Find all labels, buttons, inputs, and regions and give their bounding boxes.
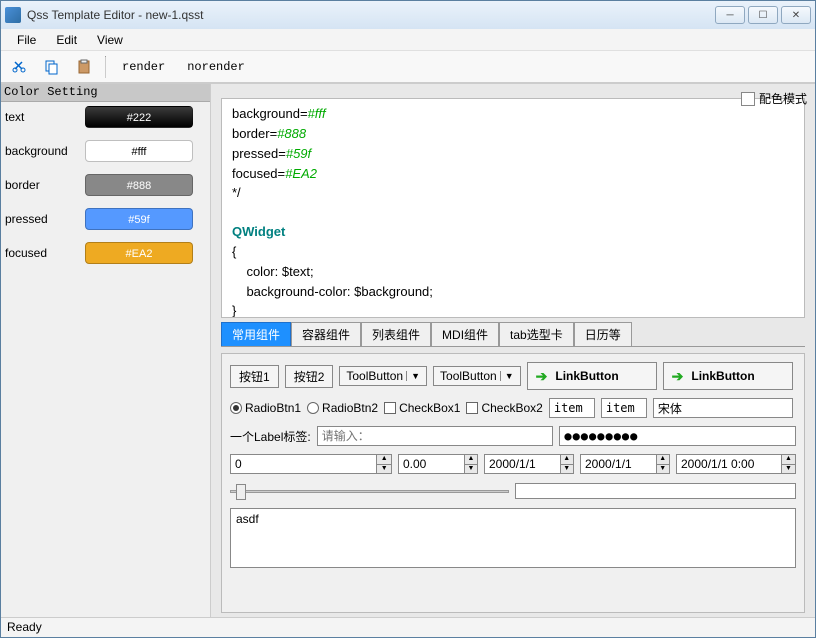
sidebar-header: Color Setting: [1, 84, 210, 102]
tab-common[interactable]: 常用组件: [221, 322, 291, 346]
cut-button[interactable]: [9, 56, 31, 78]
link-button-1[interactable]: ➔LinkButton: [527, 362, 657, 390]
color-mode-label: 配色模式: [759, 90, 807, 107]
label-widget: 一个Label标签:: [230, 428, 311, 445]
color-label-border: border: [5, 178, 85, 192]
main-panel: 配色模式 background=#fff border=#888 pressed…: [211, 84, 815, 617]
tool-bar: render norender: [1, 51, 815, 83]
chevron-down-icon: ▼: [406, 371, 420, 381]
sidebar: Color Setting text#222 background#fff bo…: [1, 84, 211, 617]
norender-button[interactable]: norender: [181, 58, 251, 76]
toolbar-separator: [105, 56, 106, 78]
menu-bar: File Edit View: [1, 29, 815, 51]
window-title: Qss Template Editor - new-1.qsst: [27, 8, 712, 22]
font-combo[interactable]: [653, 398, 793, 418]
close-button[interactable]: ✕: [781, 6, 811, 24]
preview-tabs: 常用组件 容器组件 列表组件 MDI组件 tab选型卡 日历等: [221, 322, 805, 347]
maximize-button[interactable]: ☐: [748, 6, 778, 24]
push-button-2[interactable]: 按钮2: [285, 365, 334, 388]
color-swatch-focused[interactable]: #EA2: [85, 242, 193, 264]
checkbox-1[interactable]: CheckBox1: [384, 401, 460, 415]
link-button-2[interactable]: ➔LinkButton: [663, 362, 793, 390]
minimize-button[interactable]: ─: [715, 6, 745, 24]
tab-tabwidget[interactable]: tab选型卡: [499, 322, 574, 346]
progress-bar: [515, 483, 796, 499]
status-bar: Ready: [1, 617, 815, 637]
combo-box-2[interactable]: [601, 398, 647, 418]
menu-edit[interactable]: Edit: [46, 30, 87, 50]
chevron-down-icon: ▼: [500, 371, 514, 381]
tab-container[interactable]: 容器组件: [291, 322, 361, 346]
radio-button-1[interactable]: RadioBtn1: [230, 401, 301, 415]
tab-list[interactable]: 列表组件: [361, 322, 431, 346]
datetime-edit[interactable]: ▲▼: [676, 454, 796, 474]
color-label-text: text: [5, 110, 85, 124]
title-bar: Qss Template Editor - new-1.qsst ─ ☐ ✕: [1, 1, 815, 29]
preview-area: 按钮1 按钮2 ToolButton▼ ToolButton▼ ➔LinkBut…: [221, 353, 805, 613]
copy-button[interactable]: [41, 56, 63, 78]
color-label-focused: focused: [5, 246, 85, 260]
text-edit[interactable]: asdf: [230, 508, 796, 568]
code-editor[interactable]: background=#fff border=#888 pressed=#59f…: [221, 98, 805, 318]
app-window: Qss Template Editor - new-1.qsst ─ ☐ ✕ F…: [0, 0, 816, 638]
line-edit[interactable]: [317, 426, 554, 446]
color-label-background: background: [5, 144, 85, 158]
push-button-1[interactable]: 按钮1: [230, 365, 279, 388]
menu-file[interactable]: File: [7, 30, 46, 50]
spin-box-int[interactable]: ▲▼: [230, 454, 392, 474]
render-button[interactable]: render: [116, 58, 171, 76]
date-edit-2[interactable]: ▲▼: [580, 454, 670, 474]
arrow-right-icon: ➔: [672, 368, 684, 385]
app-icon: [5, 7, 21, 23]
color-swatch-pressed[interactable]: #59f: [85, 208, 193, 230]
menu-view[interactable]: View: [87, 30, 133, 50]
tool-button-1[interactable]: ToolButton▼: [339, 366, 427, 386]
radio-button-2[interactable]: RadioBtn2: [307, 401, 378, 415]
tool-button-2[interactable]: ToolButton▼: [433, 366, 521, 386]
spin-box-double[interactable]: ▲▼: [398, 454, 478, 474]
paste-button[interactable]: [73, 56, 95, 78]
arrow-right-icon: ➔: [536, 368, 548, 385]
color-swatch-border[interactable]: #888: [85, 174, 193, 196]
scissors-icon: [12, 59, 28, 75]
color-mode-checkbox[interactable]: [741, 92, 755, 106]
slider[interactable]: [230, 482, 509, 500]
copy-icon: [44, 59, 60, 75]
clipboard-icon: [76, 59, 92, 75]
color-label-pressed: pressed: [5, 212, 85, 226]
password-edit[interactable]: ●●●●●●●●●: [559, 426, 796, 446]
tab-mdi[interactable]: MDI组件: [431, 322, 499, 346]
color-swatch-text[interactable]: #222: [85, 106, 193, 128]
combo-box-1[interactable]: [549, 398, 595, 418]
tab-calendar[interactable]: 日历等: [574, 322, 632, 346]
color-swatch-background[interactable]: #fff: [85, 140, 193, 162]
checkbox-2[interactable]: CheckBox2: [466, 401, 542, 415]
date-edit-1[interactable]: ▲▼: [484, 454, 574, 474]
